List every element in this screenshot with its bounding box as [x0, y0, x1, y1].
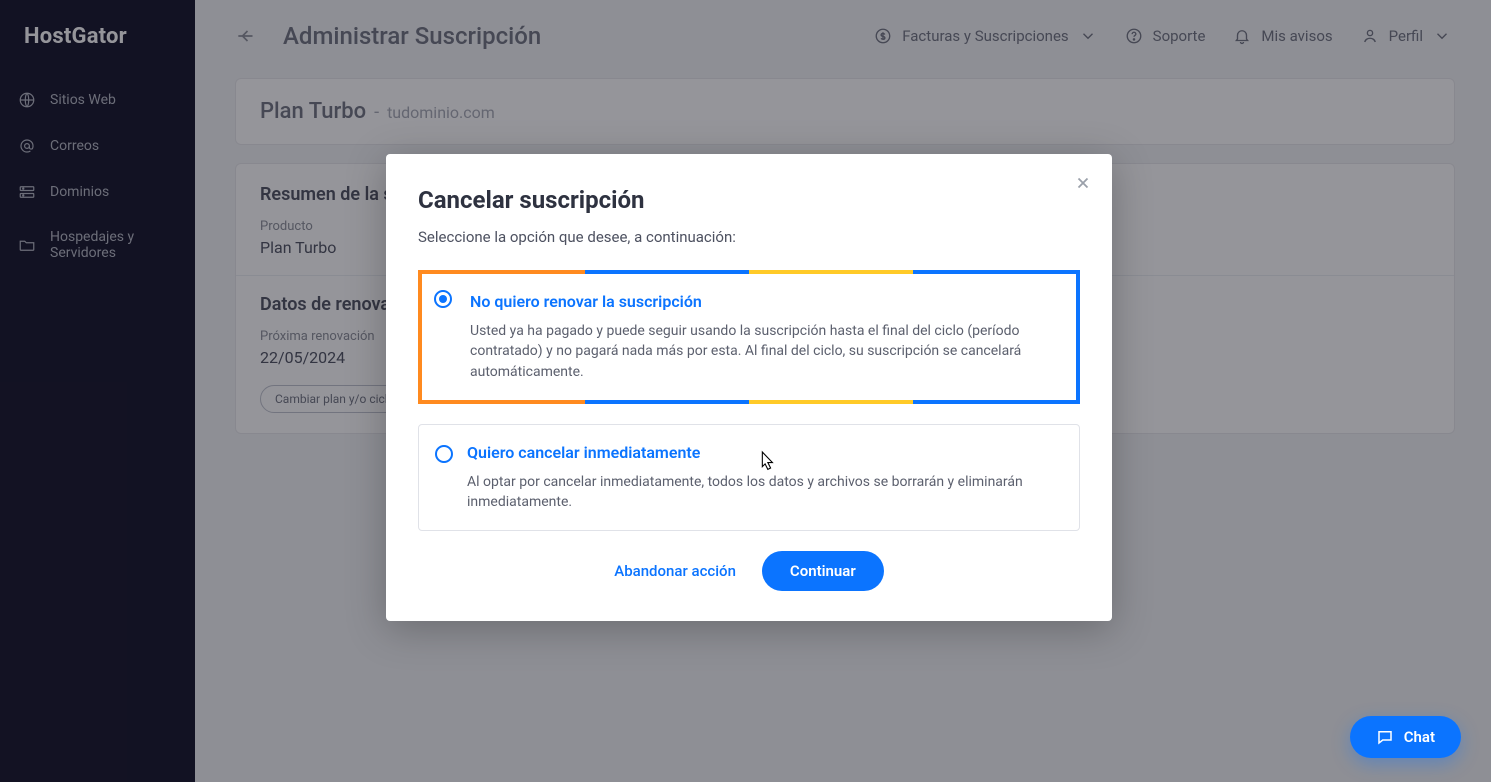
radio-selected-icon[interactable]: [434, 290, 452, 308]
chat-icon: [1376, 728, 1394, 746]
abandon-button[interactable]: Abandonar acción: [614, 562, 736, 580]
option-desc: Al optar por cancelar inmediatamente, to…: [467, 472, 1059, 513]
option-desc: Usted ya ha pagado y puede seguir usando…: [470, 321, 1056, 382]
chat-button[interactable]: Chat: [1350, 716, 1461, 758]
modal-actions: Abandonar acción Continuar: [418, 551, 1080, 591]
modal-title: Cancelar suscripción: [418, 186, 1080, 214]
close-icon[interactable]: [1070, 170, 1096, 196]
modal-subtitle: Seleccione la opción que desee, a contin…: [418, 228, 1080, 246]
radio-unselected-icon[interactable]: [435, 445, 453, 463]
cancel-subscription-modal: Cancelar suscripción Seleccione la opció…: [386, 154, 1112, 621]
chat-label: Chat: [1404, 728, 1435, 746]
continue-button[interactable]: Continuar: [762, 551, 884, 591]
option-no-renew[interactable]: No quiero renovar la suscripción Usted y…: [418, 270, 1080, 404]
option-title: Quiero cancelar inmediatamente: [467, 443, 1059, 462]
option-title: No quiero renovar la suscripción: [470, 292, 1056, 311]
option-cancel-now[interactable]: Quiero cancelar inmediatamente Al optar …: [418, 424, 1080, 532]
